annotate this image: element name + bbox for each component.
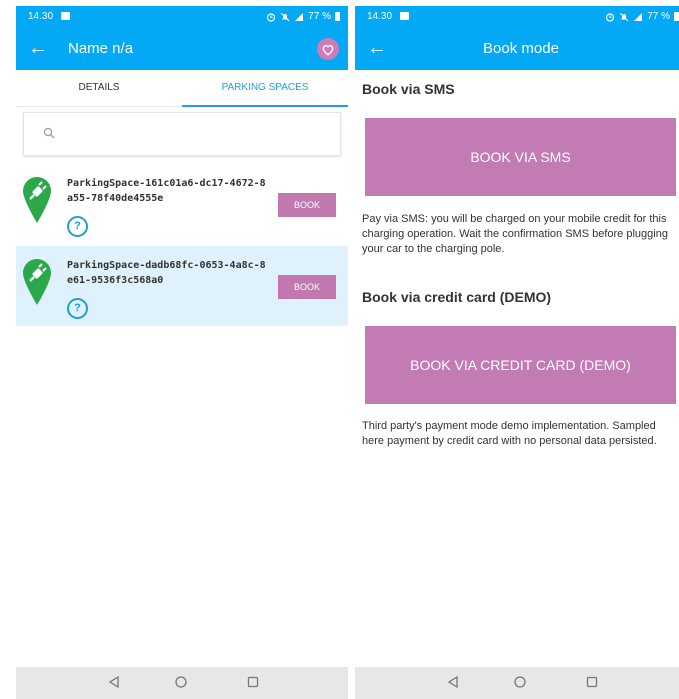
phone-book-mode: 14.30 77 % ← Book mode Book via SMS BOOK… [355, 6, 679, 699]
heart-icon [322, 44, 334, 56]
bell-off-icon [619, 12, 629, 21]
search-icon [43, 127, 55, 139]
app-bar: ← Name n/a [16, 28, 348, 70]
message-icon [61, 12, 70, 20]
page-title: Name n/a [68, 40, 134, 57]
ev-plug-pin-icon [23, 259, 51, 305]
help-icon[interactable]: ? [67, 298, 88, 319]
nav-home-icon[interactable] [513, 675, 527, 689]
status-bar: 14.30 77 % [355, 6, 679, 28]
list-item[interactable]: ParkingSpace-dadb68fc-0653-4a8c-8e61-953… [16, 246, 348, 326]
back-arrow-icon[interactable]: ← [28, 37, 48, 59]
battery-label: 77 % [308, 11, 331, 22]
status-icons: 77 % [266, 11, 340, 22]
credit-card-heading: Book via credit card (DEMO) [362, 289, 552, 305]
list-item[interactable]: ParkingSpace-161c01a6-dc17-4672-8a55-78f… [16, 164, 348, 244]
status-time: 14.30 [28, 11, 54, 22]
favorite-button[interactable] [317, 38, 339, 60]
book-button[interactable]: BOOK [278, 193, 336, 217]
credit-card-description: Third party's payment mode demo implemen… [362, 420, 657, 447]
status-bar: 14.30 77 % [16, 6, 348, 28]
signal-icon [295, 12, 304, 21]
book-via-credit-card-button[interactable]: BOOK VIA CREDIT CARD (DEMO) [365, 326, 676, 404]
sms-description: Pay via SMS: you will be charged on your… [362, 213, 668, 255]
tab-parking-spaces[interactable]: PARKING SPACES [182, 70, 348, 106]
battery-icon [335, 12, 340, 21]
nav-recents-icon[interactable] [585, 675, 599, 689]
help-icon[interactable]: ? [67, 216, 88, 237]
parking-space-name: ParkingSpace-161c01a6-dc17-4672-8a55-78f… [67, 178, 266, 204]
sms-heading: Book via SMS [362, 81, 455, 97]
page-title: Book mode [483, 40, 559, 57]
tab-indicator [182, 105, 348, 107]
tab-details[interactable]: DETAILS [16, 70, 182, 106]
parking-space-name: ParkingSpace-dadb68fc-0653-4a8c-8e61-953… [67, 260, 266, 286]
alarm-icon [267, 12, 276, 22]
app-bar: ← Book mode [355, 28, 679, 70]
nav-back-icon[interactable] [107, 675, 121, 689]
alarm-icon [606, 12, 615, 22]
bell-off-icon [280, 12, 290, 21]
status-icons: 77 % [605, 11, 679, 22]
search-input[interactable] [68, 123, 332, 147]
tab-bar: DETAILS PARKING SPACES [16, 70, 348, 107]
battery-label: 77 % [647, 11, 670, 22]
ev-plug-pin-icon [23, 177, 51, 223]
phone-parking-spaces: 14.30 77 % ← Name n/a DETAILS PARKING SP… [16, 6, 348, 699]
nav-home-icon[interactable] [174, 675, 188, 689]
navigation-bar [355, 667, 679, 699]
search-box[interactable] [23, 112, 341, 156]
book-button[interactable]: BOOK [278, 275, 336, 299]
nav-back-icon[interactable] [446, 675, 460, 689]
message-icon [400, 12, 409, 20]
book-via-sms-button[interactable]: BOOK VIA SMS [365, 118, 676, 196]
signal-icon [634, 12, 643, 21]
nav-recents-icon[interactable] [246, 675, 260, 689]
status-time: 14.30 [367, 11, 393, 22]
navigation-bar [16, 667, 348, 699]
battery-icon [674, 12, 679, 21]
